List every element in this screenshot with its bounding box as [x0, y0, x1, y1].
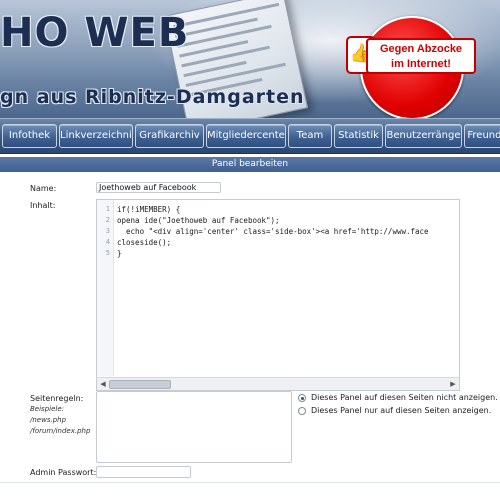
editor-horizontal-scrollbar[interactable]: ◀ ▶: [97, 377, 459, 390]
nav-item-grafikarchiv[interactable]: Grafikarchiv: [135, 124, 204, 148]
anti-scam-badge[interactable]: 👍 Gegen Abzocke im Internet!: [338, 16, 476, 118]
panel-title: Panel bearbeiten: [0, 157, 500, 172]
page-rules-label: Seitenregeln:: [30, 394, 84, 403]
nav-item-benutzerraenge[interactable]: Benutzerränge: [385, 124, 462, 148]
code-editor[interactable]: 1 2 3 4 5 if(!iMEMBER) { opena ide("Joet…: [96, 199, 460, 391]
admin-password-label: Admin Passwort:: [30, 468, 97, 477]
radio-label: Dieses Panel nur auf diesen Seiten anzei…: [311, 406, 492, 415]
line-number: 1: [105, 205, 110, 213]
site-banner: HO WEB gn aus Ribnitz-Damgarten 👍 Gegen …: [0, 0, 500, 118]
panel-name-input[interactable]: Joethoweb auf Facebook: [96, 182, 221, 193]
site-logo[interactable]: HO WEB: [0, 10, 189, 56]
radio-button-checked[interactable]: [298, 394, 306, 402]
nav-item-statistik[interactable]: Statistik: [334, 124, 383, 148]
page-bottom-divider: [0, 482, 500, 501]
scroll-right-icon[interactable]: ▶: [448, 379, 458, 389]
badge-label: Gegen Abzocke im Internet!: [366, 38, 476, 74]
site-tagline: gn aus Ribnitz-Damgarten: [0, 86, 305, 108]
radio-button[interactable]: [298, 407, 306, 415]
code-line: echo "<div align='center' class='side-bo…: [117, 227, 429, 236]
line-number: 2: [105, 216, 110, 224]
scroll-left-icon[interactable]: ◀: [98, 379, 108, 389]
page-rules-hint-example: /forum/index.php: [30, 427, 91, 435]
admin-password-input[interactable]: [96, 466, 191, 478]
code-line: opena ide("Joethoweb auf Facebook");: [117, 216, 280, 225]
nav-item-mitgliedercenter[interactable]: Mitgliedercenter: [206, 124, 286, 148]
badge-line1: Gegen Abzocke: [379, 43, 463, 55]
line-number-gutter: 1 2 3 4 5: [97, 200, 114, 376]
line-number: 4: [105, 238, 110, 246]
nav-item-freunde[interactable]: Freunde: [464, 124, 500, 148]
name-label: Name:: [30, 184, 57, 193]
code-line: closeside();: [117, 238, 172, 247]
nav-item-infothek[interactable]: Infothek: [2, 124, 57, 148]
scrollbar-thumb[interactable]: [109, 380, 171, 389]
badge-line2: im Internet!: [391, 58, 451, 70]
content-label: Inhalt:: [30, 201, 56, 210]
nav-item-team[interactable]: Team: [288, 124, 332, 148]
main-navigation: Infothek Linkverzeichnis Grafikarchiv Mi…: [0, 118, 500, 154]
page-rules-hint-title: Beispiele:: [30, 405, 65, 413]
line-number: 3: [105, 227, 110, 235]
code-line: }: [117, 249, 122, 258]
code-line: if(!iMEMBER) {: [117, 205, 181, 214]
nav-item-linkverzeichnis[interactable]: Linkverzeichnis: [59, 124, 133, 148]
page-rules-hint-example: /news.php: [30, 416, 67, 424]
page-rules-textarea[interactable]: [96, 391, 292, 463]
radio-label: Dieses Panel auf diesen Seiten nicht anz…: [311, 393, 498, 402]
line-number: 5: [105, 249, 110, 257]
